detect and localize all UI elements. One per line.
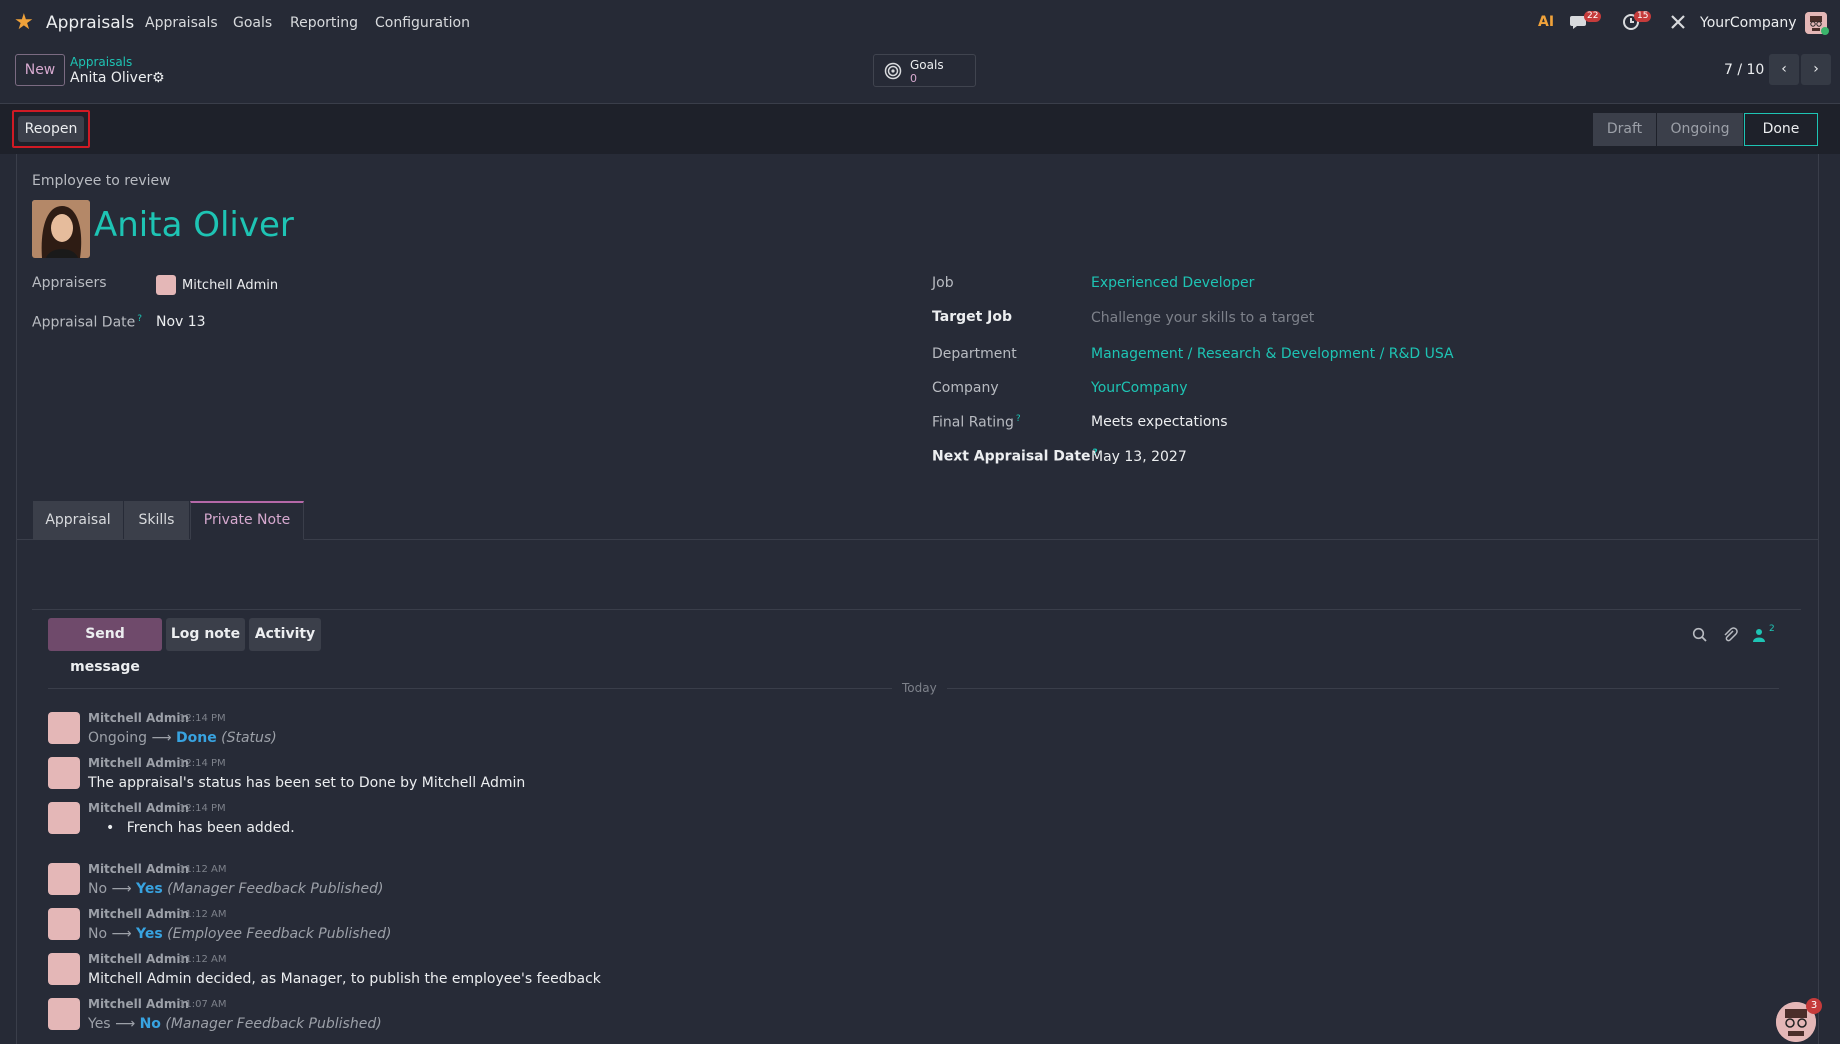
message-time: 11:12 AM xyxy=(179,954,227,965)
target-icon xyxy=(884,62,902,80)
tab-skills[interactable]: Skills xyxy=(124,501,189,540)
tracking-message: No ⟶ Yes (Manager Feedback Published) xyxy=(88,881,384,897)
message-author-avatar[interactable] xyxy=(48,953,80,985)
goals-label: Goals xyxy=(910,58,944,72)
menu-goals[interactable]: Goals xyxy=(233,15,272,31)
message-bullet: • French has been added. xyxy=(106,820,295,836)
message-author-avatar[interactable] xyxy=(48,863,80,895)
appraiser-avatar-icon xyxy=(156,275,176,295)
message-author[interactable]: Mitchell Admin xyxy=(88,801,189,815)
message-author-avatar[interactable] xyxy=(48,712,80,744)
ai-icon[interactable]: AI xyxy=(1538,14,1554,30)
form-statusbar: Reopen Draft Ongoing Done xyxy=(0,104,1840,154)
activity-button[interactable]: Activity xyxy=(249,618,321,651)
app-logo-icon[interactable]: ★ xyxy=(14,12,38,34)
tracking-message: No ⟶ Yes (Employee Feedback Published) xyxy=(88,926,392,942)
pager-previous-button[interactable]: ‹ xyxy=(1769,54,1799,85)
message-time: 12:14 PM xyxy=(179,758,226,769)
chevron-left-icon: ‹ xyxy=(1781,61,1787,77)
company-field[interactable]: YourCompany xyxy=(1091,380,1188,396)
followers-count: 2 xyxy=(1769,624,1775,634)
send-message-button[interactable]: Send message xyxy=(48,618,162,675)
breadcrumb-parent[interactable]: Appraisals xyxy=(70,55,132,69)
goals-smart-button[interactable]: Goals 0 xyxy=(873,54,976,87)
top-navbar: ★ Appraisals Appraisals Goals Reporting … xyxy=(0,0,1840,46)
menu-appraisals[interactable]: Appraisals xyxy=(145,15,218,31)
reopen-button-highlight[interactable]: Reopen xyxy=(12,110,90,148)
message-time: 11:12 AM xyxy=(179,864,227,875)
paperclip-icon[interactable] xyxy=(1722,627,1738,643)
message-author[interactable]: Mitchell Admin xyxy=(88,756,189,770)
stage-draft[interactable]: Draft xyxy=(1593,113,1656,146)
breadcrumb-current: Anita Oliver xyxy=(70,70,153,86)
message-time: 11:12 AM xyxy=(179,909,227,920)
appraiser-tag[interactable]: Mitchell Admin xyxy=(182,278,278,293)
chevron-right-icon: › xyxy=(1813,61,1819,77)
followers-icon[interactable] xyxy=(1752,628,1766,642)
company-label: Company xyxy=(932,380,999,396)
stage-ongoing[interactable]: Ongoing xyxy=(1657,113,1743,146)
message-time: 12:14 PM xyxy=(179,713,226,724)
date-separator: Today xyxy=(892,681,947,695)
search-icon[interactable] xyxy=(1692,627,1708,643)
employee-photo-icon xyxy=(32,200,90,258)
menu-reporting[interactable]: Reporting xyxy=(290,15,358,31)
message-author[interactable]: Mitchell Admin xyxy=(88,952,189,966)
notebook-tabs: Appraisal Skills Private Note xyxy=(16,500,1819,540)
tracking-message: Ongoing ⟶ Done (Status) xyxy=(88,730,277,746)
message-author[interactable]: Mitchell Admin xyxy=(88,711,189,725)
activities-badge: 15 xyxy=(1634,11,1652,22)
job-field[interactable]: Experienced Developer xyxy=(1091,275,1254,291)
final-rating-label: Final Rating? xyxy=(932,414,1021,431)
pager-value[interactable]: 7 / 10 xyxy=(1724,62,1764,78)
appraisal-date-label: Appraisal Date? xyxy=(32,314,143,331)
gear-icon[interactable]: ⚙ xyxy=(152,70,165,86)
next-appraisal-label: Next Appraisal Date? xyxy=(932,448,1098,465)
appraisers-label: Appraisers xyxy=(32,275,107,291)
stage-done[interactable]: Done xyxy=(1744,113,1818,146)
message-author[interactable]: Mitchell Admin xyxy=(88,997,189,1011)
floating-chat-badge: 3 xyxy=(1806,998,1822,1014)
chatter: Send message Log note Activity 2 Today M… xyxy=(32,609,1801,1044)
online-status-dot xyxy=(1821,27,1829,35)
employee-label: Employee to review xyxy=(32,173,171,189)
new-button[interactable]: New xyxy=(15,54,65,86)
control-panel: New Appraisals Anita Oliver ⚙ Goals 0 7 … xyxy=(0,46,1840,104)
app-title[interactable]: Appraisals xyxy=(46,13,134,33)
message-time: 12:14 PM xyxy=(179,803,226,814)
message-text: Mitchell Admin decided, as Manager, to p… xyxy=(88,971,601,987)
department-field[interactable]: Management / Research & Development / R&… xyxy=(1091,346,1454,362)
target-job-label: Target Job xyxy=(932,309,1013,325)
message-author-avatar[interactable] xyxy=(48,908,80,940)
next-appraisal-field[interactable]: May 13, 2027 xyxy=(1091,449,1187,465)
menu-configuration[interactable]: Configuration xyxy=(375,15,470,31)
message-author[interactable]: Mitchell Admin xyxy=(88,862,189,876)
goals-count: 0 xyxy=(910,72,917,85)
message-author-avatar[interactable] xyxy=(48,998,80,1030)
tracking-message: Yes ⟶ No (Manager Feedback Published) xyxy=(88,1016,382,1032)
tab-private-note[interactable]: Private Note xyxy=(190,501,304,540)
message-author-avatar[interactable] xyxy=(48,757,80,789)
message-author-avatar[interactable] xyxy=(48,802,80,834)
tab-appraisal[interactable]: Appraisal xyxy=(33,501,123,540)
employee-name[interactable]: Anita Oliver xyxy=(94,205,294,245)
target-job-field[interactable]: Challenge your skills to a target xyxy=(1091,310,1314,326)
department-label: Department xyxy=(932,346,1017,362)
message-time: 11:07 AM xyxy=(179,999,227,1010)
appraisal-date-value[interactable]: Nov 13 xyxy=(156,314,206,330)
pager-next-button[interactable]: › xyxy=(1801,54,1831,85)
debug-tools-icon[interactable] xyxy=(1670,14,1686,30)
employee-avatar[interactable] xyxy=(32,200,90,258)
reopen-button[interactable]: Reopen xyxy=(18,116,84,142)
job-label: Job xyxy=(932,275,954,291)
company-switcher[interactable]: YourCompany xyxy=(1700,15,1797,31)
message-text: The appraisal's status has been set to D… xyxy=(88,775,526,791)
messages-badge: 22 xyxy=(1584,11,1602,22)
final-rating-field[interactable]: Meets expectations xyxy=(1091,414,1228,430)
message-author[interactable]: Mitchell Admin xyxy=(88,907,189,921)
log-note-button[interactable]: Log note xyxy=(166,618,245,651)
